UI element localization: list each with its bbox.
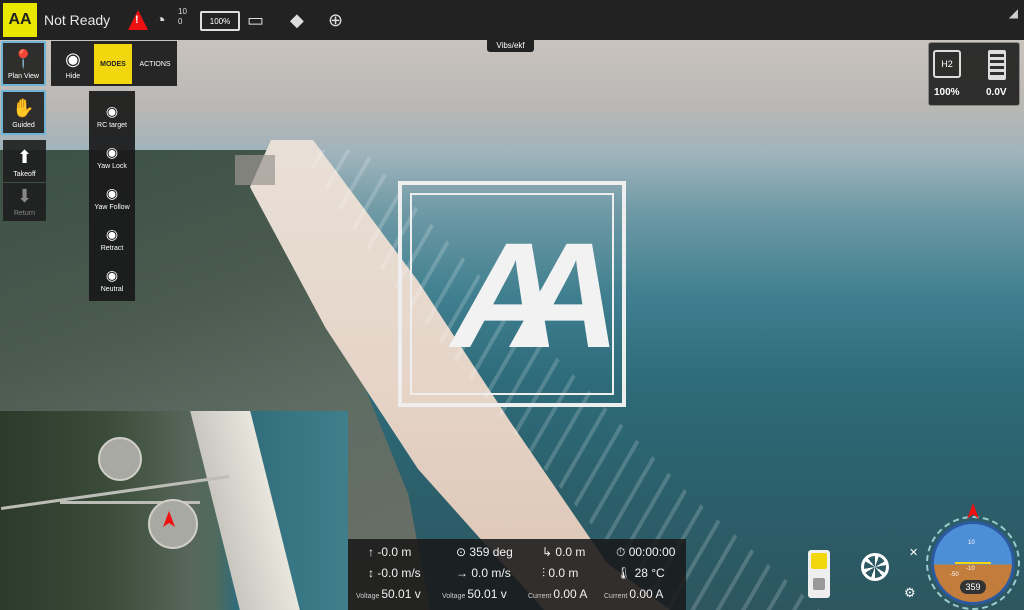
vr-headset-icon[interactable]: ▭ [247,8,264,32]
flight-time-text: 00:00:00 [628,545,676,559]
voltage-2: Voltage 50.01 v [442,587,507,601]
plan-view-label: Plan View [7,73,39,80]
temperature: 🌡 28 °C [616,566,665,580]
ground-speed-text: 0.0 m/s [471,566,511,580]
vertical-speed-text: -0.0 m/s [377,566,421,580]
takeoff-label: Takeoff [13,171,36,178]
distance-text: 0.0 m [555,545,586,559]
current-1-label: Current [528,593,552,600]
heading-text: 359 deg [469,545,513,559]
mode-retract[interactable]: ◉ Retract [89,215,135,255]
altitude-value: ↑ -0.0 m [368,545,412,559]
takeoff-icon: ⬆ [16,147,33,167]
gimbal-icon: ◉ [105,267,119,283]
flight-time: ⏱ 00:00:00 [616,545,676,559]
gimbal-icon: ◉ [105,144,119,160]
current-2-text: 0.00 A [629,587,664,601]
current-2-label: Current [604,593,628,600]
guided-icon: ✋ [12,98,35,118]
video-skyline [235,155,275,185]
video-camera-icon[interactable] [811,553,827,569]
temperature-text: 28 °C [634,566,665,580]
battery-indicator[interactable]: 100% [200,11,240,31]
warning-mark: ! [135,14,139,26]
distance-2: ⫶ 0.0 m [542,566,579,580]
top-toolbar: AA Not Ready [0,0,1024,40]
mode-neutral[interactable]: ◉ Neutral [89,256,135,296]
vibs-ekf-button[interactable]: Vibs/ekf [487,38,534,52]
current-2: Current 0.00 A [604,587,663,601]
vertical-speed: ↕ -0.0 m/s [368,566,421,580]
battery-voltage: 0.0V [986,87,1007,98]
voltage-1: Voltage 50.01 v [356,587,421,601]
pitch-tick: -10 [966,566,975,572]
gps-hdop: 0 [178,17,183,26]
heading-readout: 359 [960,580,986,594]
hide-label: Hide [65,73,81,80]
signal-icon[interactable]: ◢ [1009,6,1018,20]
app-logo[interactable]: AA [3,3,37,37]
mode-rc-target[interactable]: ◉ RC target [89,92,135,132]
gimbal-icon: ◉ [105,185,119,201]
gimbal-icon: ◉ [65,49,81,69]
current-1: Current 0.00 A [528,587,587,601]
pitch-tick: 10 [968,540,975,546]
guided-label: Guided [12,122,35,129]
distance-value: ↳ 0.0 m [542,545,586,559]
battery-icon [988,50,1006,80]
guided-button[interactable]: ✋ Guided [1,90,46,135]
map-landing-pad [98,437,142,481]
gimbal-icon: ◉ [105,103,119,119]
photo-camera-icon[interactable] [813,578,825,590]
mode-label: Retract [100,245,124,252]
center-logo: AA [451,210,621,379]
modes-tab[interactable]: MODES [94,44,132,84]
vehicle-status[interactable]: Not Ready [44,12,110,28]
telemetry-panel: ↑ -0.0 m ⊙ 359 deg ↳ 0.0 m ⏱ 00:00:00 ↕ … [348,539,686,610]
close-icon[interactable]: ✕ [909,546,918,559]
current-1-text: 0.00 A [553,587,588,601]
actions-tab[interactable]: ACTIONS [136,44,174,84]
voltage-2-text: 50.01 v [467,587,507,601]
return-icon: ⬇ [16,186,33,206]
app-logo-text: AA [8,11,32,28]
voltage-1-label: Voltage [356,593,380,600]
gps-status: 10 0 [178,7,187,27]
heading-value: ⊙ 359 deg [456,545,513,559]
altitude-text: -0.0 m [377,545,412,559]
vehicle-icon[interactable]: ◆ [290,8,304,32]
mode-label: Yaw Follow [94,204,130,211]
mode-label: Neutral [100,286,124,293]
gimbal-icon: ◉ [105,226,119,242]
target-icon[interactable]: ⊕ [328,8,343,32]
gear-icon[interactable]: ⚙ [904,585,916,601]
map-pin-icon: 📍 [12,49,35,69]
return-label: Return [13,210,35,217]
satellite-icon[interactable]: ◔ [155,8,166,32]
pitch-tick: -50 [950,572,959,578]
plan-view-button[interactable]: 📍 Plan View [1,41,46,86]
voltage-2-label: Voltage [442,593,466,600]
hide-button[interactable]: ◉ Hide [56,44,90,84]
hydrogen-icon: H2 [933,50,961,78]
shutter-button[interactable] [861,553,889,581]
mode-label: Yaw Lock [97,163,127,170]
takeoff-button[interactable]: ⬆ Takeoff [3,140,46,182]
horizon-marker [955,562,991,564]
mode-label: RC target [97,122,127,129]
gps-sat-count: 10 [178,7,187,16]
mode-yaw-lock[interactable]: ◉ Yaw Lock [89,133,135,173]
distance-2-text: 0.0 m [548,566,579,580]
ground-speed: → 0.0 m/s [456,566,511,580]
mini-map[interactable] [0,411,348,610]
map-shoreline [190,411,300,610]
voltage-1-text: 50.01 v [381,587,421,601]
return-button[interactable]: ⬇ Return [3,183,46,221]
h2-percent: 100% [934,87,960,98]
mode-yaw-follow[interactable]: ◉ Yaw Follow [89,174,135,214]
